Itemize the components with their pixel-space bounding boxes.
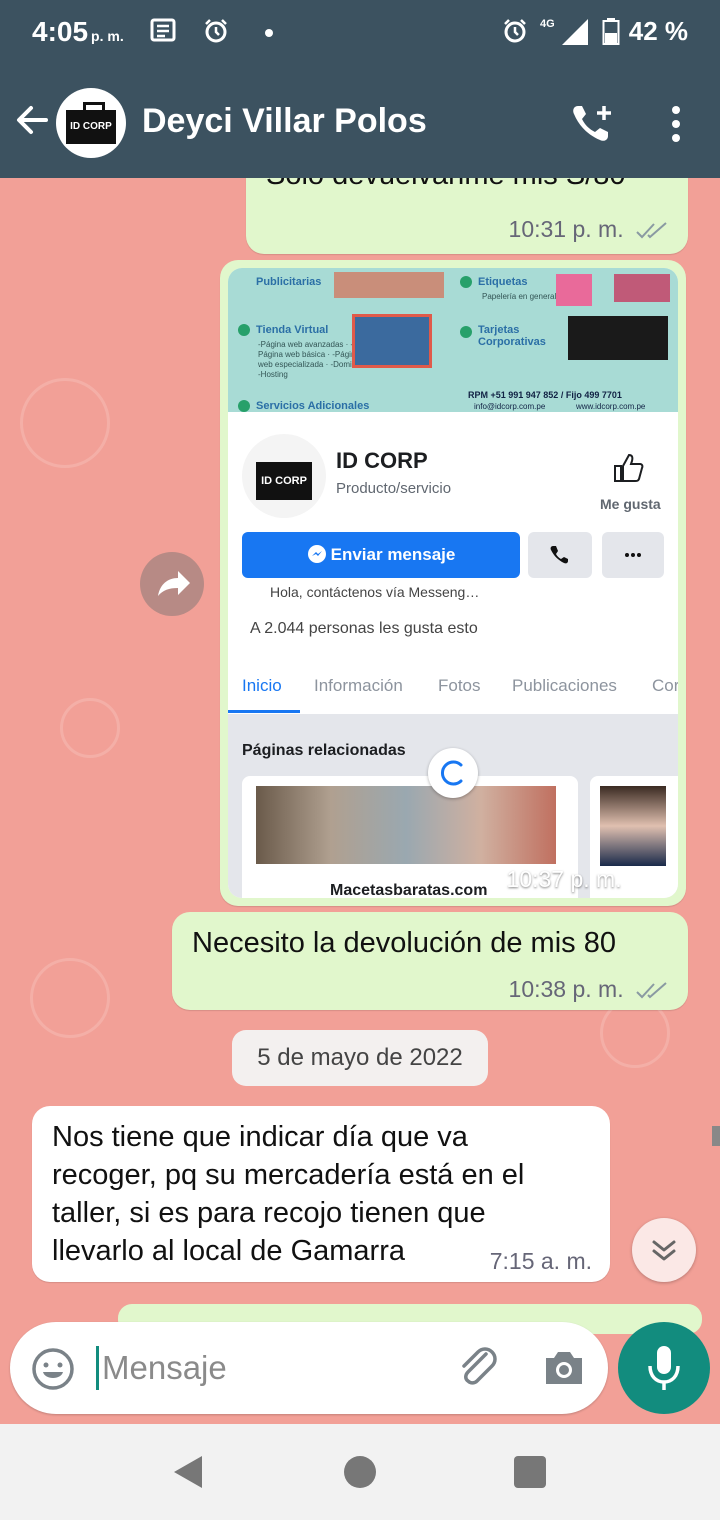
page-name: ID CORP bbox=[336, 448, 428, 473]
attach-icon[interactable] bbox=[454, 1344, 500, 1390]
message-input[interactable] bbox=[102, 1344, 432, 1392]
business-cards bbox=[568, 316, 668, 360]
phone-icon bbox=[550, 546, 568, 564]
tab-publicaciones: Publicaciones bbox=[512, 676, 617, 695]
related-page-image bbox=[256, 786, 556, 864]
nav-recents-icon[interactable] bbox=[514, 1456, 546, 1488]
wallpaper-doodle bbox=[20, 378, 110, 468]
likes-count: A 2.044 personas les gusta esto bbox=[250, 620, 478, 637]
add-call-icon[interactable] bbox=[570, 102, 616, 144]
message-meta: 10:31 p. m. bbox=[509, 216, 668, 243]
loading-spinner bbox=[428, 748, 478, 798]
wallpaper-doodle bbox=[30, 958, 110, 1038]
like-icon bbox=[614, 453, 644, 482]
active-tab-indicator bbox=[228, 710, 300, 713]
nav-home-icon[interactable] bbox=[344, 1456, 376, 1488]
chat-area[interactable]: Solo devuelvanme mis S/80 10:31 p. m. Pu… bbox=[0, 178, 720, 1424]
scroll-indicator bbox=[712, 1126, 720, 1146]
system-nav-bar bbox=[0, 1424, 720, 1520]
more-options-icon[interactable] bbox=[668, 104, 684, 144]
tab-inicio: Inicio bbox=[242, 676, 282, 695]
messenger-icon bbox=[307, 545, 326, 563]
alarm-icon bbox=[504, 19, 526, 43]
wallpaper-doodle bbox=[60, 698, 120, 758]
more-button bbox=[602, 532, 664, 578]
back-arrow-icon[interactable] bbox=[14, 102, 50, 138]
network-type: 4G bbox=[540, 18, 555, 30]
tab-informacion: Información bbox=[314, 676, 403, 695]
battery-level: 42 % bbox=[628, 16, 688, 46]
store-illustration bbox=[352, 314, 432, 368]
related-page-image bbox=[600, 786, 666, 866]
related-page-name: Macetasbaratas.com bbox=[330, 882, 488, 898]
forward-icon bbox=[158, 571, 190, 596]
battery-icon bbox=[602, 18, 620, 45]
notification-dot-icon bbox=[265, 29, 273, 37]
text-cursor bbox=[96, 1346, 99, 1390]
read-ticks-icon bbox=[636, 982, 667, 999]
double-chevron-down-icon bbox=[652, 1240, 676, 1261]
status-bar: 4:05 p. m. 4G 42 % bbox=[0, 0, 720, 68]
page-logo: ID CORP bbox=[242, 434, 326, 518]
message-input-bar bbox=[10, 1322, 608, 1414]
message-incoming[interactable]: Nos tiene que indicar día que va recoger… bbox=[32, 1106, 610, 1282]
spinner-icon bbox=[441, 760, 463, 786]
promo-banner: Publicitarias Etiquetas Papelería en gen… bbox=[228, 268, 678, 412]
chat-header: ID CORP Deyci Villar Polos bbox=[0, 68, 720, 178]
nav-back-icon[interactable] bbox=[172, 1454, 204, 1490]
tab-more: Cor bbox=[652, 676, 678, 695]
news-icon bbox=[150, 18, 176, 42]
message-outgoing[interactable]: Solo devuelvanme mis S/80 10:31 p. m. bbox=[246, 178, 688, 254]
like-label: Me gusta bbox=[600, 496, 661, 512]
message-time: 7:15 a. m. bbox=[489, 1248, 592, 1274]
alarm-icon bbox=[205, 19, 227, 43]
call-button bbox=[528, 532, 592, 578]
tab-fotos: Fotos bbox=[438, 676, 481, 695]
message-text: Necesito la devolución de mis 80 bbox=[192, 927, 616, 959]
image-preview[interactable]: Publicitarias Etiquetas Papelería en gen… bbox=[228, 268, 678, 898]
scroll-to-bottom-button[interactable] bbox=[632, 1218, 696, 1282]
ellipsis-icon bbox=[625, 553, 641, 557]
product-photos bbox=[334, 272, 444, 298]
message-text: Solo devuelvanme mis S/80 bbox=[266, 178, 625, 194]
read-ticks-icon bbox=[634, 872, 665, 889]
microphone-icon bbox=[648, 1346, 680, 1390]
read-ticks-icon bbox=[636, 222, 667, 239]
page-category: Producto/servicio bbox=[336, 480, 452, 497]
messenger-hint: Hola, contáctenos vía Messeng… bbox=[270, 584, 480, 600]
contact-avatar[interactable]: ID CORP bbox=[56, 88, 126, 158]
forward-button[interactable] bbox=[140, 552, 204, 616]
date-separator: 5 de mayo de 2022 bbox=[232, 1030, 488, 1086]
voice-message-button[interactable] bbox=[618, 1322, 710, 1414]
related-pages-title: Páginas relacionadas bbox=[242, 742, 406, 759]
status-time: 4:05 p. m. bbox=[32, 16, 124, 47]
contact-name[interactable]: Deyci Villar Polos bbox=[142, 102, 427, 141]
emoji-icon[interactable] bbox=[30, 1346, 76, 1392]
signal-icon bbox=[562, 19, 588, 45]
send-message-button: Enviar mensaje bbox=[242, 532, 520, 578]
message-image[interactable]: Publicitarias Etiquetas Papelería en gen… bbox=[220, 260, 686, 906]
message-meta: 10:38 p. m. bbox=[509, 976, 668, 1003]
message-meta: 10:37 p. m. bbox=[507, 866, 666, 893]
camera-icon[interactable] bbox=[542, 1346, 586, 1390]
message-outgoing[interactable]: Necesito la devolución de mis 80 10:38 p… bbox=[172, 912, 688, 1010]
